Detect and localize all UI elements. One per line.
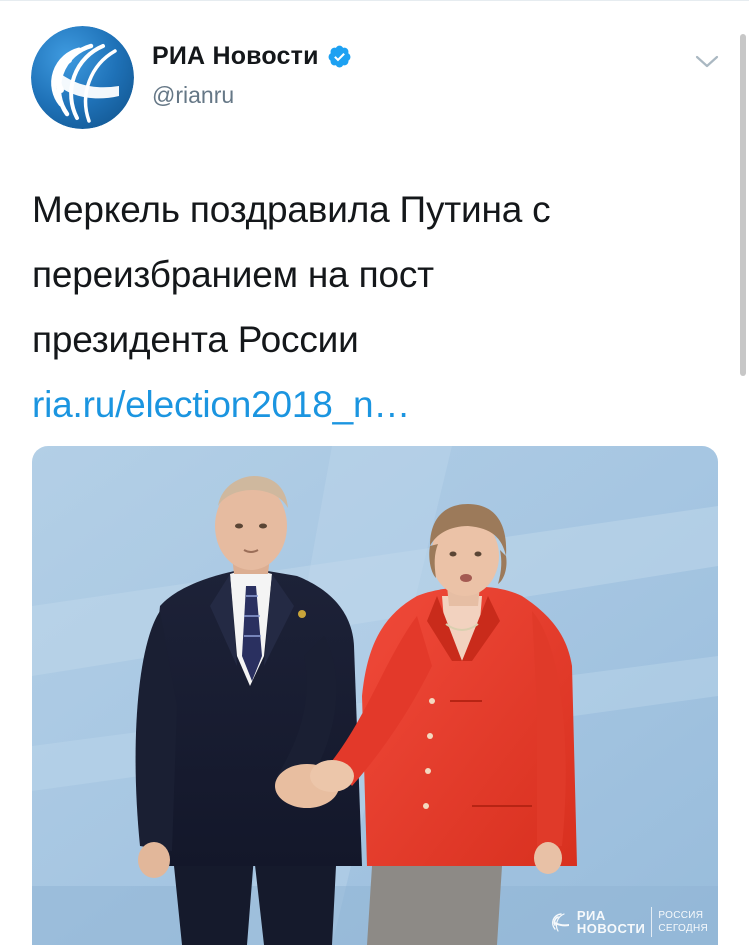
scrollbar[interactable] (740, 34, 746, 376)
watermark-ria-line2: НОВОСТИ (576, 921, 646, 936)
author-handle[interactable]: @rianru (152, 82, 234, 109)
ria-logo-icon (31, 26, 134, 129)
chevron-down-icon (695, 55, 719, 68)
ria-logo-icon (551, 913, 569, 932)
tweet-link[interactable]: ria.ru/election2018_n… (32, 384, 410, 425)
author-display-name[interactable]: РИА Новости (152, 42, 319, 71)
tweet-menu-button[interactable] (694, 53, 720, 71)
tweet-text-line: президента России (32, 319, 359, 360)
tweet-text-line: переизбранием на пост (32, 254, 434, 295)
verified-badge-icon (327, 44, 352, 69)
watermark-rs-text: РОССИЯ СЕГОДНЯ (658, 909, 708, 935)
author-name-row[interactable]: РИА Новости (152, 42, 352, 71)
watermark-ria-text: РИА НОВОСТИ (577, 909, 646, 935)
photo-handshake (32, 446, 718, 945)
watermark-rs-line2: СЕГОДНЯ (658, 923, 708, 934)
watermark-rs-line1: РОССИЯ (658, 910, 704, 921)
tweet-text-line: Меркель поздравила Путина с (32, 189, 551, 230)
tweet-card: РИА Новости @rianru Меркель поздравила П… (0, 0, 749, 945)
watermark-divider (651, 907, 653, 937)
top-divider (0, 0, 749, 1)
photo-watermark: РИА НОВОСТИ РОССИЯ СЕГОДНЯ (549, 907, 708, 937)
author-avatar[interactable] (31, 26, 134, 129)
tweet-media-photo[interactable]: РИА НОВОСТИ РОССИЯ СЕГОДНЯ (32, 446, 718, 945)
tweet-text: Меркель поздравила Путина с переизбрание… (32, 177, 712, 437)
